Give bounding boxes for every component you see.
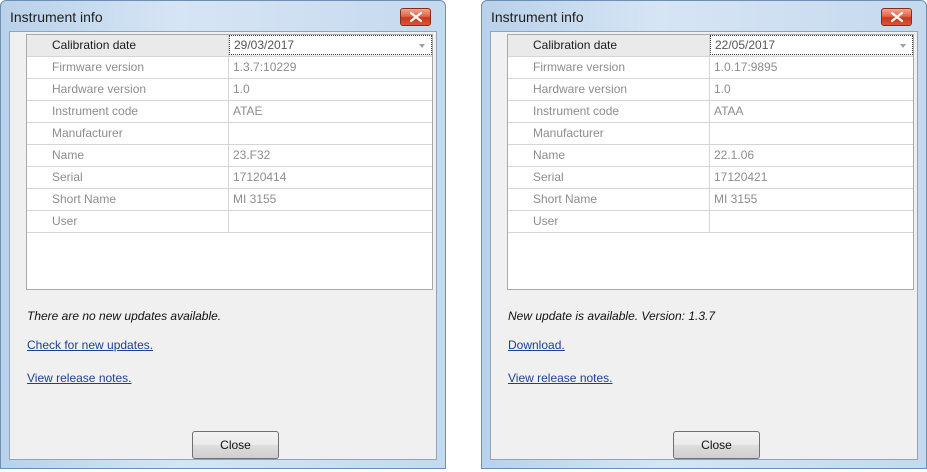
property-label: Manufacturer — [27, 123, 229, 144]
calibration-date-dropdown[interactable]: 29/03/2017 — [229, 35, 432, 55]
update-status-text: There are no new updates available. — [27, 309, 222, 323]
property-row-calibration-date[interactable]: Calibration date 29/03/2017 — [27, 35, 432, 57]
view-release-notes-link[interactable]: View release notes. — [27, 371, 132, 385]
close-button[interactable]: Close — [673, 431, 760, 459]
property-value: ATAA — [714, 104, 744, 118]
close-icon — [410, 12, 422, 22]
property-label: Serial — [27, 167, 229, 188]
property-row-firmware-version[interactable]: Firmware version 1.3.7:10229 — [27, 57, 432, 79]
property-value: 22.1.06 — [714, 148, 755, 162]
property-row-name[interactable]: Name 23.F32 — [27, 145, 432, 167]
chevron-down-icon[interactable] — [900, 44, 906, 48]
property-row-short-name[interactable]: Short Name MI 3155 — [508, 189, 913, 211]
property-row-hardware-version[interactable]: Hardware version 1.0 — [508, 79, 913, 101]
property-grid: Calibration date 29/03/2017 Firmware ver… — [26, 34, 433, 290]
property-value: 23.F32 — [233, 148, 271, 162]
window-close-button[interactable] — [881, 8, 912, 26]
property-row-instrument-code[interactable]: Instrument code ATAE — [27, 101, 432, 123]
property-label: Name — [27, 145, 229, 166]
property-label: Instrument code — [27, 101, 229, 122]
property-value: 1.0.17:9895 — [714, 60, 778, 74]
title-bar[interactable]: Instrument info — [1, 1, 445, 30]
property-label: Firmware version — [508, 57, 710, 78]
property-label: Short Name — [27, 189, 229, 210]
property-row-manufacturer[interactable]: Manufacturer — [508, 123, 913, 145]
property-row-calibration-date[interactable]: Calibration date 22/05/2017 — [508, 35, 913, 57]
calibration-date-dropdown[interactable]: 22/05/2017 — [710, 35, 913, 55]
property-row-name[interactable]: Name 22.1.06 — [508, 145, 913, 167]
title-bar[interactable]: Instrument info — [482, 1, 926, 30]
property-label: Calibration date — [27, 35, 229, 56]
property-row-hardware-version[interactable]: Hardware version 1.0 — [27, 79, 432, 101]
property-row-instrument-code[interactable]: Instrument code ATAA — [508, 101, 913, 123]
property-row-firmware-version[interactable]: Firmware version 1.0.17:9895 — [508, 57, 913, 79]
property-value — [229, 211, 432, 232]
close-icon — [891, 12, 903, 22]
instrument-info-dialog: Instrument info Calibration date 22/05/2… — [481, 0, 927, 469]
update-status-text: New update is available. Version: 1.3.7 — [508, 309, 716, 323]
view-release-notes-link[interactable]: View release notes. — [508, 371, 613, 385]
property-label: User — [27, 211, 229, 232]
property-value: MI 3155 — [714, 192, 758, 206]
dialog-title: Instrument info — [10, 9, 103, 25]
property-value: 1.3.7:10229 — [233, 60, 297, 74]
property-label: Instrument code — [508, 101, 710, 122]
property-value: MI 3155 — [233, 192, 277, 206]
window-close-button[interactable] — [400, 8, 431, 26]
property-value: 17120421 — [714, 170, 768, 184]
download-link[interactable]: Download. — [508, 338, 565, 352]
property-label: Hardware version — [508, 79, 710, 100]
property-value: ATAE — [233, 104, 263, 118]
property-label: Hardware version — [27, 79, 229, 100]
property-row-user[interactable]: User — [508, 211, 913, 233]
property-row-short-name[interactable]: Short Name MI 3155 — [27, 189, 432, 211]
property-row-user[interactable]: User — [27, 211, 432, 233]
property-value — [229, 123, 432, 144]
property-value: 22/05/2017 — [715, 38, 776, 52]
check-for-updates-link[interactable]: Check for new updates. — [27, 338, 153, 352]
property-value: 1.0 — [714, 82, 731, 96]
property-label: Name — [508, 145, 710, 166]
property-value — [710, 123, 913, 144]
instrument-info-dialog: Instrument info Calibration date 29/03/2… — [0, 0, 446, 469]
property-value — [710, 211, 913, 232]
property-label: Firmware version — [27, 57, 229, 78]
property-value: 17120414 — [233, 170, 287, 184]
close-button[interactable]: Close — [192, 431, 279, 459]
chevron-down-icon[interactable] — [419, 44, 425, 48]
property-label: User — [508, 211, 710, 232]
property-label: Manufacturer — [508, 123, 710, 144]
property-row-serial[interactable]: Serial 17120421 — [508, 167, 913, 189]
property-label: Calibration date — [508, 35, 710, 56]
property-row-serial[interactable]: Serial 17120414 — [27, 167, 432, 189]
property-label: Serial — [508, 167, 710, 188]
dialog-title: Instrument info — [491, 9, 584, 25]
property-row-manufacturer[interactable]: Manufacturer — [27, 123, 432, 145]
property-grid: Calibration date 22/05/2017 Firmware ver… — [507, 34, 914, 290]
property-value: 29/03/2017 — [234, 38, 295, 52]
property-value: 1.0 — [233, 82, 250, 96]
property-label: Short Name — [508, 189, 710, 210]
